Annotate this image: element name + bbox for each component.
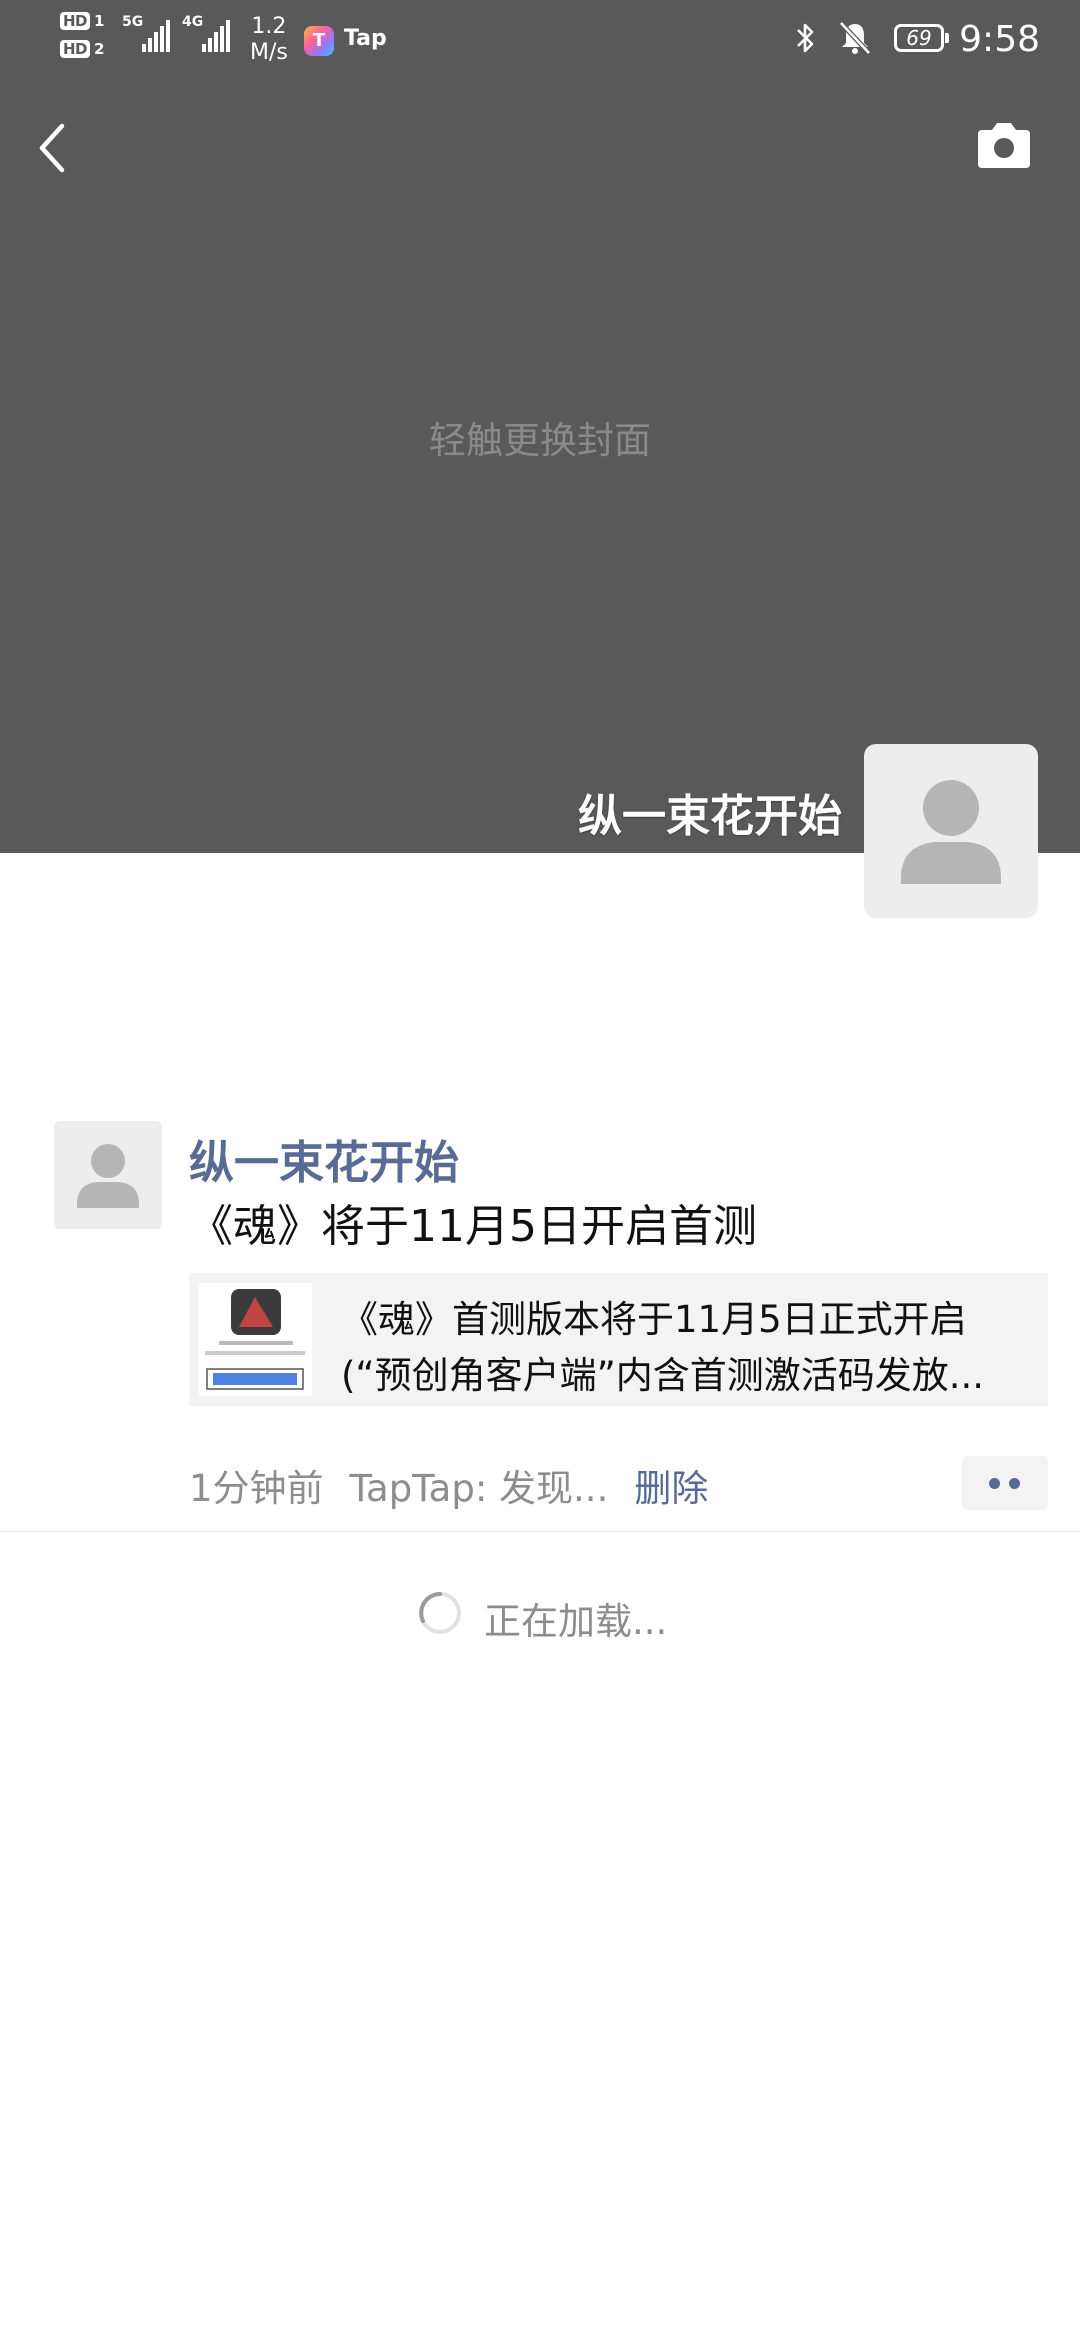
profile-name: 纵一束花开始: [578, 791, 842, 842]
cover-change-hint[interactable]: 轻触更换封面: [0, 410, 1080, 464]
battery-indicator: 69: [894, 24, 949, 52]
loading-spinner-icon: [419, 1592, 461, 1634]
status-time: 9:58: [959, 19, 1040, 60]
bell-muted-icon: [839, 21, 871, 55]
network-speed: 1.2 M/s: [250, 14, 288, 65]
game-thumbnail-icon: [199, 1283, 312, 1396]
divider: [0, 1531, 1080, 1532]
chevron-left-icon: [39, 123, 65, 173]
link-title-line-2: (“预创角客户端”内含首测激活码发放...: [341, 1354, 985, 1397]
camera-icon: [978, 123, 1030, 168]
post-meta-row: 1分钟前 TapTap: 发现... 删除: [189, 1458, 708, 1512]
more-dots-icon: [989, 1478, 1000, 1489]
link-thumbnail: [199, 1283, 312, 1396]
bluetooth-icon: [797, 23, 814, 53]
post-text: 《魂》将于11月5日开启首测: [189, 1201, 757, 1252]
sim-indicators: HD 1 HD 2: [60, 10, 114, 66]
loading-text: 正在加载...: [484, 1600, 668, 1643]
delete-button[interactable]: 删除: [634, 1467, 708, 1510]
loading-indicator: 正在加载...: [0, 1585, 1080, 1645]
link-title-line-1: 《魂》首测版本将于11月5日正式开启: [341, 1298, 967, 1341]
app-notification-label: Tap: [344, 26, 387, 51]
back-button[interactable]: [30, 118, 80, 178]
shared-link-card[interactable]: 《魂》首测版本将于11月5日正式开启 (“预创角客户端”内含首测激活码发放...: [189, 1273, 1048, 1406]
post-source[interactable]: TapTap: 发现...: [350, 1467, 609, 1510]
camera-button[interactable]: [974, 118, 1034, 174]
default-avatar-icon: [901, 780, 1001, 884]
default-avatar-icon: [77, 1144, 139, 1208]
sim-1-indicator: HD 1: [60, 10, 114, 32]
signal-5g-icon: 5G: [122, 14, 178, 60]
more-actions-button[interactable]: [962, 1456, 1048, 1510]
sim-2-indicator: HD 2: [60, 38, 114, 60]
taptap-icon: T: [304, 26, 334, 56]
post-time: 1分钟前: [189, 1467, 324, 1510]
post-avatar[interactable]: [54, 1121, 162, 1229]
more-dots-icon: [1009, 1478, 1020, 1489]
status-bar: HD 1 HD 2 5G 4G 1.2 M/s T Tap 69 9:58: [0, 0, 1080, 80]
signal-4g-icon: 4G: [182, 14, 238, 60]
post-author-name[interactable]: 纵一束花开始: [189, 1126, 459, 1191]
status-right: 69 9:58: [780, 14, 1040, 66]
profile-avatar[interactable]: [864, 744, 1038, 918]
